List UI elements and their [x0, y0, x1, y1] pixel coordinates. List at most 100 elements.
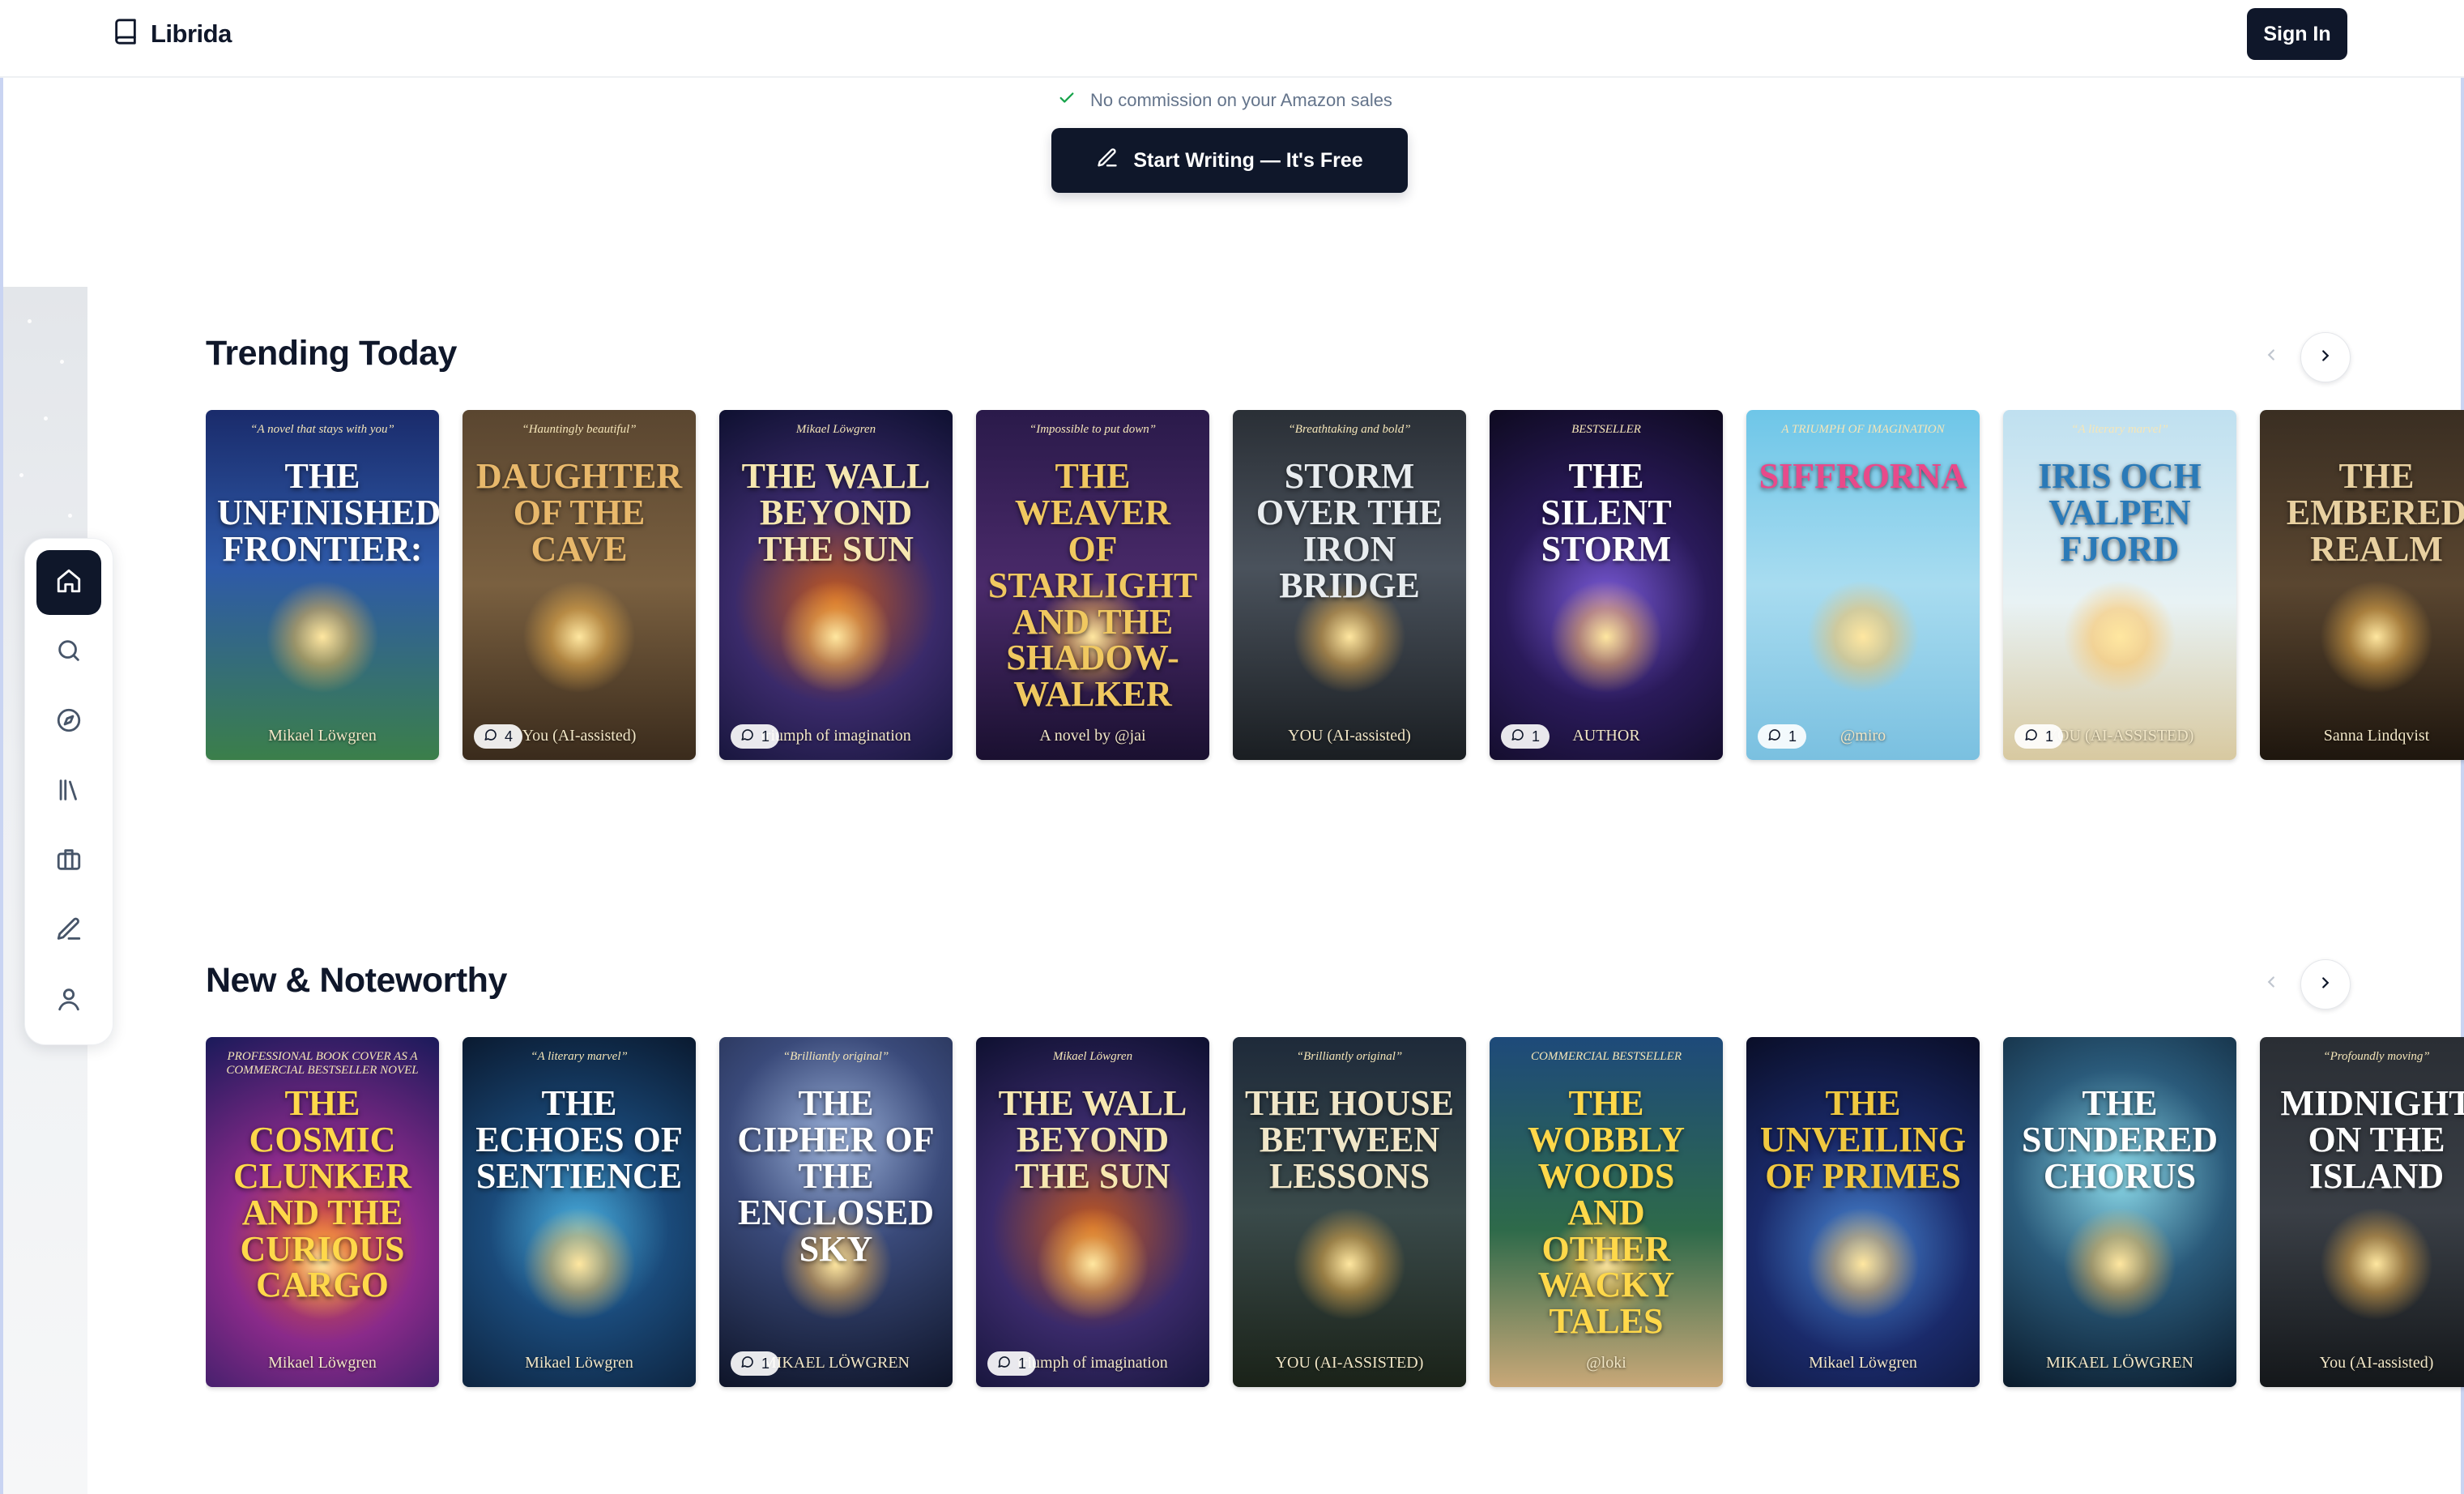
cover-tagline: “Breathtaking and bold”	[1288, 423, 1411, 436]
cover-glow	[522, 580, 636, 694]
book-cover[interactable]: Mikael Löwgren The Wall Beyond the Sun tri…	[719, 410, 953, 760]
nav-profile[interactable]	[36, 968, 101, 1033]
cover-glow	[266, 580, 379, 694]
book-card[interactable]: The Unveiling of Primes Mikael LöwgrenThe…	[1746, 1037, 1980, 1394]
chevron-left-icon	[2262, 346, 2280, 368]
book-cover[interactable]: “Brilliantly original” The House Between …	[1233, 1037, 1466, 1387]
book-card[interactable]: Mikael Löwgren The Wall Beyond the Sun tri…	[719, 410, 953, 766]
book-card[interactable]: COMMERCIAL BESTSELLER The Wobbly Woods an…	[1490, 1037, 1723, 1394]
comment-count: 1	[1532, 728, 1541, 745]
no-commission-note: No commission on your Amazon sales	[1058, 89, 1392, 112]
comment-count-badge[interactable]: 1	[731, 724, 780, 749]
comment-icon	[484, 728, 498, 746]
book-cover[interactable]: “Brilliantly original” The Cipher of the …	[719, 1037, 953, 1387]
cover-author: Mikael Löwgren	[525, 1354, 633, 1372]
cover-author: A novel by @jai	[1039, 727, 1146, 745]
book-card[interactable]: The Sundered Chorus MIKAEL LÖWGRENThe Sun…	[2003, 1037, 2236, 1394]
cover-title: Daughter of the Cave	[475, 456, 683, 569]
book-card[interactable]: Mikael Löwgren The Wall Beyond the Sun tri…	[976, 1037, 1209, 1394]
book-card[interactable]: “Profoundly moving” Midnight on the Islan…	[2260, 1037, 2464, 1394]
book-cover[interactable]: BESTSELLER The Silent Storm AUTHOR 1	[1490, 410, 1723, 760]
book-cover[interactable]: “Impossible to put down” The Weaver of St…	[976, 410, 1209, 760]
book-cover[interactable]: The Embered Realm Sanna Lindqvist	[2260, 410, 2464, 760]
comment-count-badge[interactable]: 4	[474, 724, 523, 749]
comment-count-badge[interactable]: 1	[987, 1351, 1037, 1376]
check-icon	[1058, 89, 1076, 112]
book-card[interactable]: “A literary marvel” Iris och Valpen Fjord…	[2003, 410, 2236, 766]
compass-icon	[55, 706, 83, 738]
cover-glow	[522, 1207, 636, 1321]
book-card[interactable]: A TRIUMPH OF IMAGINATIONSiffrorna@miro1S…	[1746, 410, 1980, 766]
book-card[interactable]: “Impossible to put down” The Weaver of St…	[976, 410, 1209, 766]
book-card[interactable]: “Brilliantly original” The House Between …	[1233, 1037, 1466, 1394]
book-cover[interactable]: “A literary marvel” Iris och Valpen Fjord…	[2003, 410, 2236, 760]
comment-count: 1	[1788, 728, 1797, 745]
book-cover[interactable]: “Hauntingly beautiful” Daughter of the Ca…	[463, 410, 696, 760]
book-card[interactable]: “Hauntingly beautiful” Daughter of the Ca…	[463, 410, 696, 766]
nav-explore[interactable]	[36, 689, 101, 754]
book-cover[interactable]: “Profoundly moving” Midnight on the Islan…	[2260, 1037, 2464, 1387]
book-cover[interactable]: “A literary marvel” The Echoes of Sentien…	[463, 1037, 696, 1387]
new-prev-button[interactable]	[2247, 959, 2296, 1008]
comment-count-badge[interactable]: 1	[2014, 724, 2064, 749]
comment-icon	[2024, 728, 2039, 746]
user-icon	[55, 985, 83, 1017]
pencil-icon	[1096, 147, 1119, 175]
cover-author: YOU (AI-assisted)	[1288, 727, 1411, 745]
start-writing-button[interactable]: Start Writing — It's Free	[1051, 128, 1408, 193]
cover-title: The Cosmic Clunker and the Curious Cargo	[232, 1083, 412, 1305]
nav-write[interactable]	[36, 899, 101, 963]
book-card[interactable]: “A literary marvel” The Echoes of Sentien…	[463, 1037, 696, 1394]
cover-glow	[2320, 580, 2433, 694]
comment-count: 1	[1018, 1355, 1027, 1372]
cover-tagline: PROFESSIONAL BOOK COVER AS A COMMERCIAL …	[226, 1050, 419, 1077]
cover-title: The Echoes of Sentience	[475, 1083, 683, 1196]
trending-carousel: “A novel that stays with you” The Unfinis…	[206, 410, 2464, 766]
home-icon	[55, 567, 83, 599]
book-card[interactable]: The Embered Realm Sanna LindqvistThe Embe…	[2260, 410, 2464, 766]
book-cover[interactable]: COMMERCIAL BESTSELLER The Wobbly Woods an…	[1490, 1037, 1723, 1387]
cover-title: The Wobbly Woods and Other Wacky Tales	[1527, 1083, 1685, 1342]
logo[interactable]: Librida	[112, 18, 232, 49]
book-cover[interactable]: PROFESSIONAL BOOK COVER AS A COMMERCIAL …	[206, 1037, 439, 1387]
cover-author: Mikael Löwgren	[268, 727, 377, 745]
chevron-right-icon	[2317, 974, 2334, 996]
book-cover[interactable]: “Breathtaking and bold” Storm Over the Ir…	[1233, 410, 1466, 760]
comment-count-badge[interactable]: 1	[1758, 724, 1807, 749]
nav-home[interactable]	[36, 550, 101, 615]
book-cover[interactable]: The Sundered Chorus MIKAEL LÖWGREN	[2003, 1037, 2236, 1387]
cover-tagline: Mikael Löwgren	[1052, 1050, 1133, 1063]
new-next-button[interactable]	[2300, 959, 2351, 1010]
book-card[interactable]: “Breathtaking and bold” Storm Over the Ir…	[1233, 410, 1466, 766]
logo-text: Librida	[151, 19, 232, 48]
nav-library[interactable]	[36, 759, 101, 824]
cover-title: Storm Over the Iron Bridge	[1255, 456, 1443, 605]
cover-tagline: “Profoundly moving”	[2323, 1050, 2430, 1063]
top-header: Librida Sign In	[0, 0, 2464, 78]
section-title-new-noteworthy: New & Noteworthy	[206, 961, 507, 1000]
no-commission-text: No commission on your Amazon sales	[1090, 90, 1392, 110]
cover-tagline: COMMERCIAL BESTSELLER	[1531, 1050, 1682, 1063]
search-icon	[55, 637, 83, 668]
book-card[interactable]: PROFESSIONAL BOOK COVER AS A COMMERCIAL …	[206, 1037, 439, 1394]
nav-search[interactable]	[36, 620, 101, 685]
cover-author: Mikael Löwgren	[1809, 1354, 1917, 1372]
book-cover[interactable]: Mikael Löwgren The Wall Beyond the Sun tri…	[976, 1037, 1209, 1387]
trending-next-button[interactable]	[2300, 332, 2351, 382]
comment-count-badge[interactable]: 1	[1501, 724, 1550, 749]
nav-portfolio[interactable]	[36, 829, 101, 894]
comment-count-badge[interactable]: 1	[731, 1351, 780, 1376]
book-cover[interactable]: The Unveiling of Primes Mikael Löwgren	[1746, 1037, 1980, 1387]
book-cover[interactable]: “A novel that stays with you” The Unfinis…	[206, 410, 439, 760]
briefcase-icon	[55, 846, 83, 877]
book-card[interactable]: “A novel that stays with you” The Unfinis…	[206, 410, 439, 766]
chevron-right-icon	[2317, 347, 2334, 369]
cover-glow	[2063, 1207, 2176, 1321]
section-title-trending: Trending Today	[206, 334, 457, 373]
book-cover[interactable]: A TRIUMPH OF IMAGINATION Siffrorna @miro 1	[1746, 410, 1980, 760]
cover-tagline: BESTSELLER	[1571, 423, 1641, 436]
book-card[interactable]: BESTSELLERThe Silent StormAUTHOR1The Sil…	[1490, 410, 1723, 766]
trending-prev-button[interactable]	[2247, 332, 2296, 381]
book-card[interactable]: “Brilliantly original” The Cipher of the …	[719, 1037, 953, 1394]
sign-in-button[interactable]: Sign In	[2247, 8, 2347, 60]
